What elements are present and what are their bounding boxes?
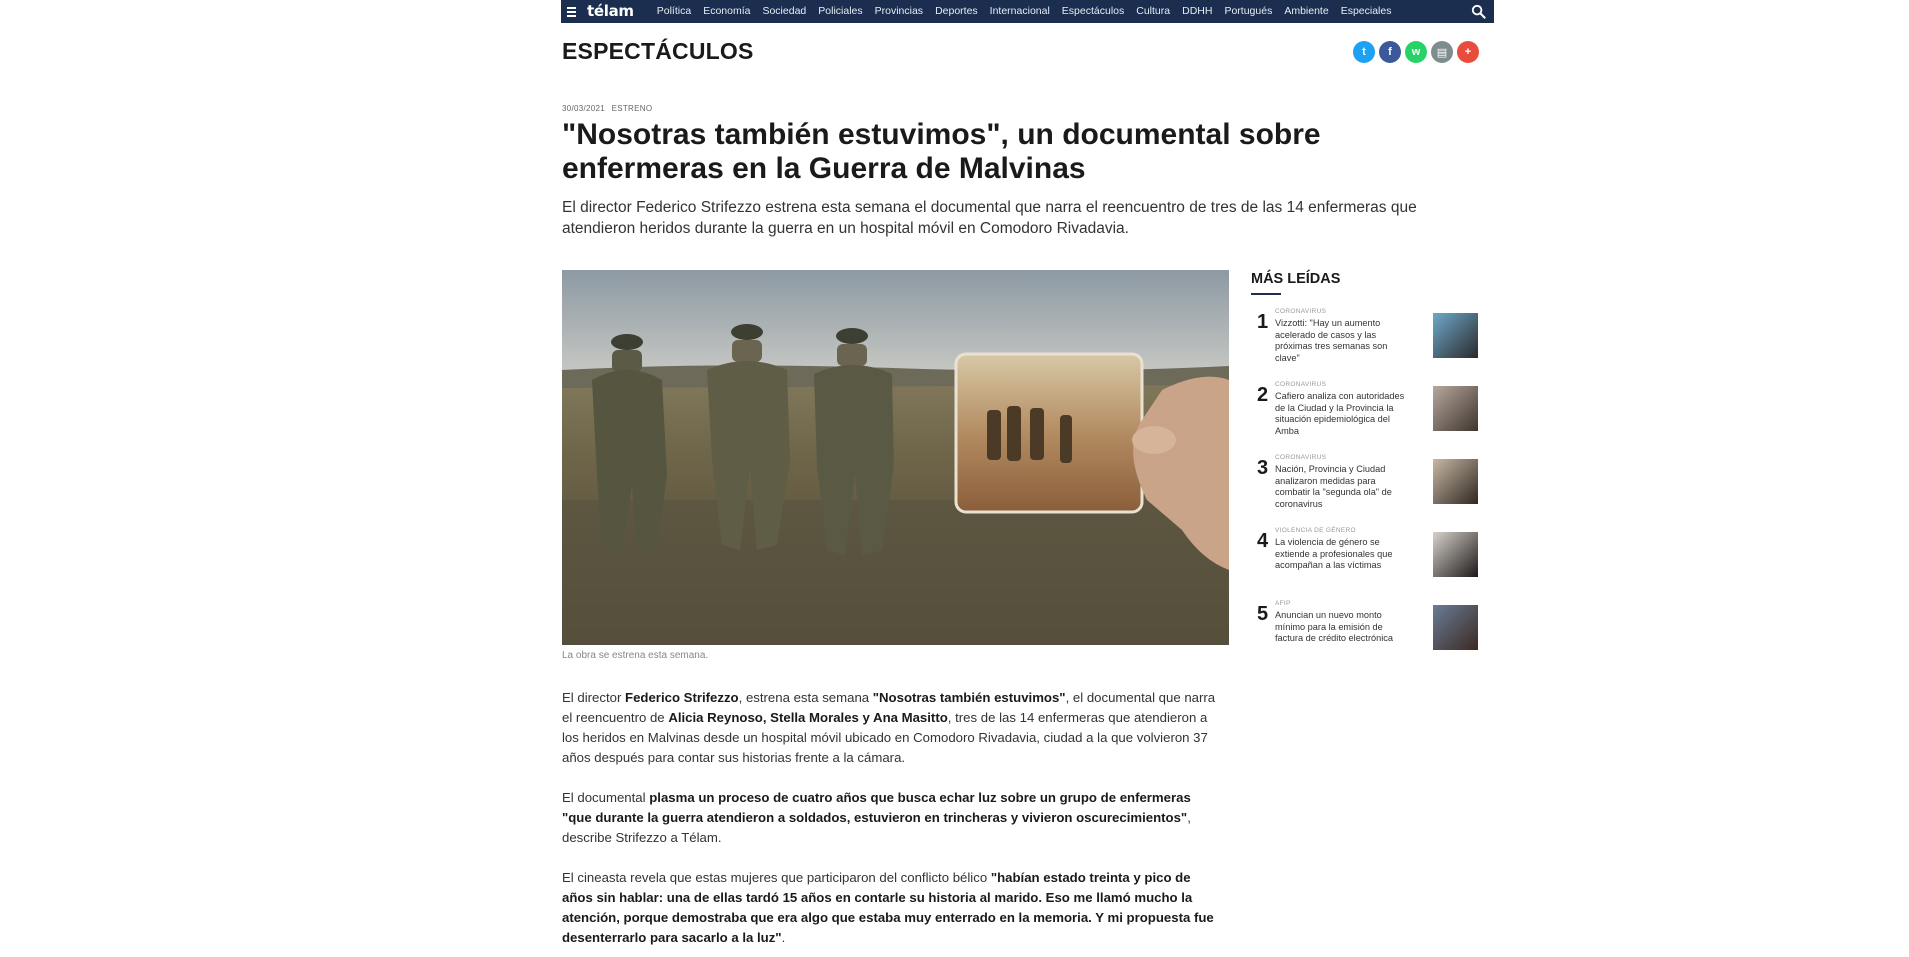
- facebook-icon[interactable]: f: [1379, 41, 1401, 63]
- most-read-item[interactable]: 1 CORONAVIRUS Vizzotti: "Hay un aumento ac…: [1251, 307, 1486, 380]
- article-headline: "Nosotras también estuvimos", un documen…: [562, 118, 1321, 185]
- nav-item-policiales[interactable]: Policiales: [812, 0, 868, 23]
- most-read-item[interactable]: 2 CORONAVIRUS Cafiero analiza con autorida…: [1251, 380, 1486, 453]
- rank-thumbnail[interactable]: [1433, 532, 1478, 577]
- nav-item-espectaculos[interactable]: Espectáculos: [1056, 0, 1130, 23]
- most-read-item[interactable]: 5 AFIP Anuncian un nuevo monto mínimo para…: [1251, 599, 1486, 672]
- text-run: .: [781, 930, 786, 945]
- share-buttons: t f w ▤ +: [1353, 41, 1479, 63]
- bold-text: "Nosotras también estuvimos": [872, 690, 1066, 705]
- rank-headline[interactable]: Anuncian un nuevo monto mínimo para la e…: [1275, 610, 1412, 645]
- most-read-sidebar: MÁS LEÍDAS 1 CORONAVIRUS Vizzotti: "Hay un…: [1251, 271, 1486, 672]
- search-icon[interactable]: [1471, 4, 1486, 19]
- section-title[interactable]: ESPECTÁCULOS: [562, 38, 754, 65]
- nav-item-politica[interactable]: Política: [651, 0, 697, 23]
- rank-section: CORONAVIRUS: [1275, 381, 1327, 388]
- print-icon[interactable]: ▤: [1431, 41, 1453, 63]
- whatsapp-icon[interactable]: w: [1405, 41, 1427, 63]
- rank-thumbnail[interactable]: [1433, 386, 1478, 431]
- nav-item-ambiente[interactable]: Ambiente: [1278, 0, 1334, 23]
- plus-icon[interactable]: +: [1457, 41, 1479, 63]
- sidebar-title: MÁS LEÍDAS: [1251, 271, 1341, 287]
- rank-thumbnail[interactable]: [1433, 459, 1478, 504]
- nav-item-economia[interactable]: Economía: [697, 0, 756, 23]
- nav-item-sociedad[interactable]: Sociedad: [756, 0, 812, 23]
- rank-thumbnail[interactable]: [1433, 313, 1478, 358]
- rank-section: CORONAVIRUS: [1275, 308, 1327, 315]
- nav-item-provincias[interactable]: Provincias: [869, 0, 929, 23]
- nav-item-internacional[interactable]: Internacional: [984, 0, 1056, 23]
- most-read-item[interactable]: 3 CORONAVIRUS Nación, Provincia y Ciudad a…: [1251, 453, 1486, 526]
- rank-number: 1: [1257, 311, 1269, 333]
- top-navigation: télam Política Economía Sociedad Policiales…: [561, 0, 1494, 23]
- most-read-item[interactable]: 4 VIOLENCIA DE GÉNERO La violencia de géne…: [1251, 526, 1486, 599]
- nav-item-cultura[interactable]: Cultura: [1130, 0, 1176, 23]
- text-run: , estrena esta semana: [738, 690, 873, 705]
- nav-item-especiales[interactable]: Especiales: [1335, 0, 1398, 23]
- rank-section: VIOLENCIA DE GÉNERO: [1275, 527, 1356, 534]
- rank-number: 3: [1257, 457, 1269, 479]
- body-paragraph-3: El cineasta revela que estas mujeres que…: [562, 868, 1217, 948]
- rank-headline[interactable]: La violencia de género se extiende a pro…: [1275, 537, 1412, 572]
- rank-body: VIOLENCIA DE GÉNERO La violencia de géner…: [1275, 526, 1412, 599]
- bold-text: Alicia Reynoso, Stella Morales y Ana Mas…: [668, 710, 948, 725]
- article-tag[interactable]: ESTRENO: [612, 104, 653, 113]
- article-body: El director Federico Strifezzo, estrena …: [562, 688, 1217, 957]
- rank-headline[interactable]: Nación, Provincia y Ciudad analizaron me…: [1275, 464, 1412, 510]
- article-photo[interactable]: [562, 270, 1229, 645]
- text-run: El director: [562, 690, 626, 705]
- text-run: El cineasta revela que estas mujeres que…: [562, 870, 991, 885]
- rank-body: CORONAVIRUS Nación, Provincia y Ciudad an…: [1275, 453, 1412, 526]
- rank-number: 2: [1257, 384, 1269, 406]
- rank-headline[interactable]: Vizzotti: "Hay un aumento acelerado de c…: [1275, 318, 1412, 364]
- photo-caption: La obra se estrena esta semana.: [562, 650, 709, 661]
- rank-headline[interactable]: Cafiero analiza con autoridades de la Ci…: [1275, 391, 1412, 437]
- rank-section: CORONAVIRUS: [1275, 454, 1327, 461]
- rank-number: 4: [1257, 530, 1269, 552]
- rank-section: AFIP: [1275, 600, 1291, 607]
- site-logo[interactable]: télam: [587, 0, 634, 23]
- rank-body: CORONAVIRUS Vizzotti: "Hay un aumento ace…: [1275, 307, 1412, 380]
- nav-items: Política Economía Sociedad Policiales Provin…: [651, 0, 1398, 23]
- body-paragraph-2: El documental plasma un proceso de cuatr…: [562, 788, 1217, 848]
- nav-item-deportes[interactable]: Deportes: [929, 0, 984, 23]
- rank-thumbnail[interactable]: [1433, 605, 1478, 650]
- text-run: El documental: [562, 790, 650, 805]
- body-paragraph-1: El director Federico Strifezzo, estrena …: [562, 688, 1217, 768]
- rank-body: CORONAVIRUS Cafiero analiza con autoridad…: [1275, 380, 1412, 453]
- nav-item-portugues[interactable]: Portugués: [1218, 0, 1278, 23]
- article-meta: 30/03/2021 ESTRENO: [562, 104, 656, 113]
- bold-text: plasma un proceso de cuatro años que bus…: [562, 790, 1191, 825]
- article-date: 30/03/2021: [562, 104, 606, 113]
- bold-text: Federico Strifezzo: [625, 690, 739, 705]
- nav-item-ddhh[interactable]: DDHH: [1176, 0, 1218, 23]
- photo-illustration: [562, 270, 1229, 645]
- twitter-icon[interactable]: t: [1353, 41, 1375, 63]
- rank-body: AFIP Anuncian un nuevo monto mínimo para …: [1275, 599, 1412, 672]
- most-read-list: 1 CORONAVIRUS Vizzotti: "Hay un aumento ac…: [1251, 307, 1486, 672]
- rank-number: 5: [1257, 603, 1269, 625]
- article-subhead: El director Federico Strifezzo estrena e…: [562, 199, 1417, 237]
- sidebar-title-rule: [1251, 293, 1281, 295]
- hamburger-menu-icon[interactable]: [567, 0, 581, 23]
